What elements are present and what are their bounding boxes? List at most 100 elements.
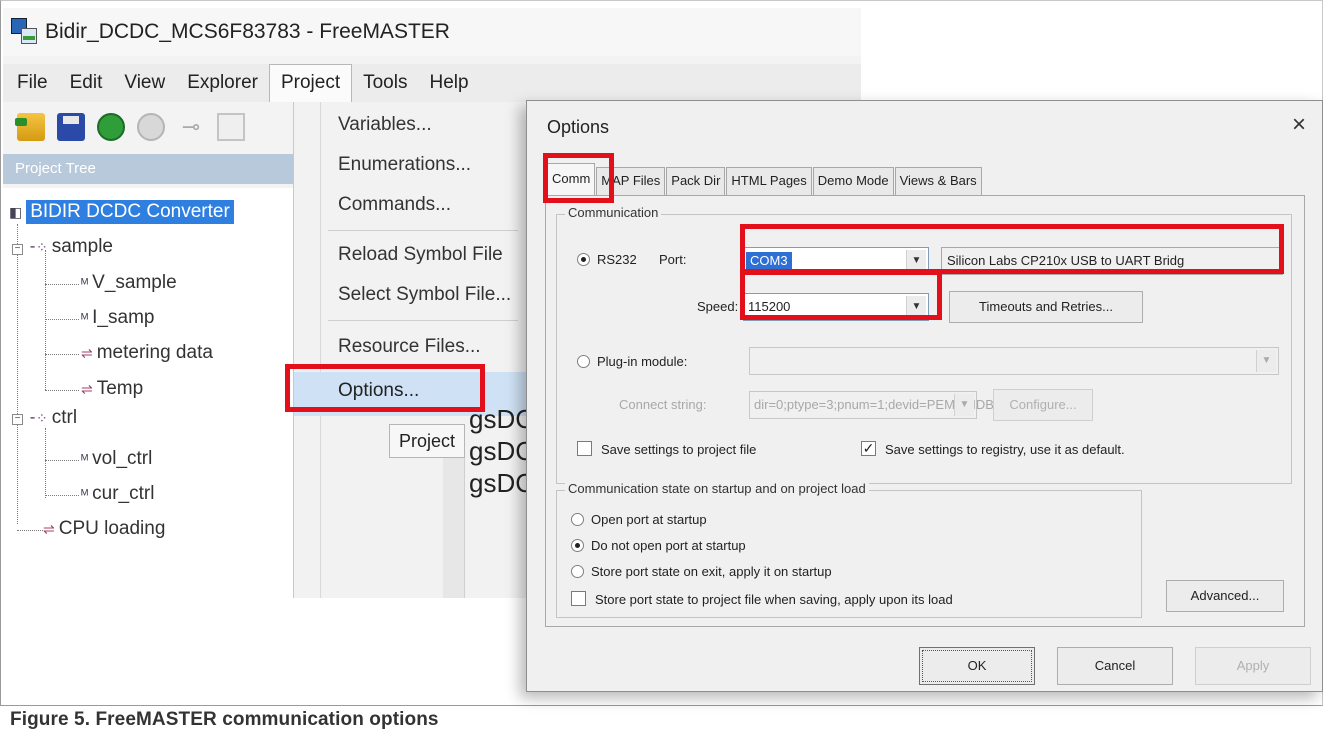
- do-not-open-label: Do not open port at startup: [591, 538, 746, 553]
- tree-node-i-samp[interactable]: ᴹ I_samp: [81, 307, 154, 329]
- apply-button[interactable]: Apply: [1195, 647, 1311, 685]
- tree-line: [45, 284, 79, 285]
- menu-variables[interactable]: Variables...: [338, 114, 432, 136]
- timeouts-button[interactable]: Timeouts and Retries...: [949, 291, 1143, 323]
- tree-node-sample[interactable]: ⁃⁘ sample: [29, 236, 113, 258]
- save-project-checkbox[interactable]: [577, 441, 592, 456]
- configure-button[interactable]: Configure...: [993, 389, 1093, 421]
- scope-icon: ᴹ: [81, 486, 89, 502]
- tree-line: [45, 250, 46, 390]
- port-label: Port:: [659, 252, 687, 267]
- tree-line: [17, 224, 18, 524]
- block-icon: ⁃⁘: [29, 409, 48, 426]
- save-icon[interactable]: [57, 113, 85, 141]
- menu-view[interactable]: View: [113, 64, 176, 102]
- save-registry-label: Save settings to registry, use it as def…: [885, 442, 1125, 457]
- options-dialog: Options × Comm MAP Files Pack Dir HTML P…: [526, 100, 1323, 692]
- tab-pack-dir[interactable]: Pack Dir: [666, 167, 726, 195]
- plugin-label: Plug-in module:: [597, 354, 688, 369]
- menu-explorer[interactable]: Explorer: [176, 64, 269, 102]
- tab-demo-mode[interactable]: Demo Mode: [812, 167, 894, 195]
- communication-group-title: Communication: [565, 205, 662, 220]
- background-row: gsDC: [469, 468, 535, 498]
- tree-node-cur-ctrl[interactable]: ᴹ cur_ctrl: [81, 483, 154, 505]
- store-exit-label: Store port state on exit, apply it on st…: [591, 564, 832, 579]
- title-bar: Bidir_DCDC_MCS6F83783 - FreeMASTER: [3, 8, 861, 56]
- startup-group-title: Communication state on startup and on pr…: [565, 481, 869, 496]
- freemaster-app-icon: [11, 18, 39, 46]
- store-exit-radio[interactable]: [571, 565, 584, 578]
- plugin-radio[interactable]: [577, 355, 590, 368]
- recorder-icon: ⇌: [43, 520, 55, 537]
- tree-node-v-sample[interactable]: ᴹ V_sample: [81, 272, 177, 294]
- tree-node-ctrl-label: ctrl: [51, 407, 78, 428]
- tree-node-ctrl[interactable]: ⁃⁘ ctrl: [29, 407, 77, 429]
- plugin-combo[interactable]: ▼: [749, 347, 1279, 375]
- expand-sample-icon[interactable]: −: [12, 244, 23, 255]
- tree-node-cpu-label: CPU loading: [58, 518, 166, 539]
- tree-node-sample-label: sample: [51, 236, 113, 257]
- menu-edit[interactable]: Edit: [59, 64, 114, 102]
- store-project-label: Store port state to project file when sa…: [595, 592, 953, 607]
- highlight-port: [740, 224, 1284, 274]
- menu-tools[interactable]: Tools: [352, 64, 418, 102]
- connect-string-combo[interactable]: dir=0;ptype=3;pnum=1;devid=PEMASIDBE ▼: [749, 391, 1003, 419]
- scope-icon: ᴹ: [81, 310, 89, 326]
- menu-commands[interactable]: Commands...: [338, 194, 451, 216]
- project-root-icon: ◧: [9, 203, 23, 220]
- advanced-button[interactable]: Advanced...: [1166, 580, 1284, 612]
- expand-ctrl-icon[interactable]: −: [12, 414, 23, 425]
- project-menu: Variables... Enumerations... Commands...…: [293, 102, 526, 598]
- tab-html-pages[interactable]: HTML Pages: [726, 167, 812, 195]
- tree-node-cur-ctrl-label: cur_ctrl: [92, 483, 155, 504]
- tree-node-metering[interactable]: ⇌ metering data: [81, 342, 213, 364]
- do-not-open-radio[interactable]: [571, 539, 584, 552]
- window-title: Bidir_DCDC_MCS6F83783 - FreeMASTER: [45, 20, 450, 43]
- highlight-comm-tab: [543, 153, 614, 203]
- menu-project[interactable]: Project: [268, 64, 353, 102]
- save-project-label: Save settings to project file: [601, 442, 757, 457]
- tree-line: [45, 460, 79, 461]
- tree-node-vol-ctrl[interactable]: ᴹ vol_ctrl: [81, 448, 152, 470]
- go-icon[interactable]: [97, 113, 125, 141]
- stop-icon[interactable]: [137, 113, 165, 141]
- background-project-tab[interactable]: Project: [389, 424, 465, 458]
- tree-line: [45, 428, 46, 498]
- tree-node-cpu[interactable]: ⇌ CPU loading: [43, 518, 165, 540]
- recorder-icon: ⇌: [81, 344, 93, 361]
- menu-reload-symbol[interactable]: Reload Symbol File: [338, 244, 503, 266]
- speed-label: Speed:: [697, 299, 739, 314]
- tree-line: [45, 495, 79, 496]
- grid-icon[interactable]: [217, 113, 245, 141]
- tree-node-vol-ctrl-label: vol_ctrl: [92, 448, 153, 469]
- ok-button[interactable]: OK: [919, 647, 1035, 685]
- background-scroll-strip: [443, 454, 465, 598]
- highlight-options-menu: [285, 364, 485, 412]
- open-icon[interactable]: [15, 113, 45, 141]
- store-project-checkbox[interactable]: [571, 591, 586, 606]
- chevron-down-icon[interactable]: ▼: [954, 394, 974, 416]
- menu-help[interactable]: Help: [418, 64, 479, 102]
- rs232-radio[interactable]: [577, 253, 590, 266]
- dialog-title: Options: [547, 117, 610, 137]
- open-port-radio[interactable]: [571, 513, 584, 526]
- close-icon[interactable]: ×: [1292, 111, 1306, 139]
- menu-resource-files[interactable]: Resource Files...: [338, 336, 481, 358]
- menu-select-symbol[interactable]: Select Symbol File...: [338, 284, 511, 306]
- menu-file[interactable]: File: [3, 64, 59, 102]
- toolbar: ⊸: [3, 104, 303, 150]
- highlight-speed: [740, 270, 942, 320]
- scope-icon: ᴹ: [81, 451, 89, 467]
- tree-line: [45, 354, 79, 355]
- cancel-button[interactable]: Cancel: [1057, 647, 1173, 685]
- tree-line: [17, 530, 43, 531]
- tree-node-temp[interactable]: ⇌ Temp: [81, 378, 143, 400]
- tree-root[interactable]: ◧ BIDIR DCDC Converter: [9, 200, 234, 224]
- key-icon[interactable]: ⊸: [177, 113, 205, 141]
- tree-node-v-sample-label: V_sample: [92, 272, 177, 293]
- background-row: gsDC: [469, 436, 535, 466]
- tab-views-bars[interactable]: Views & Bars: [894, 167, 982, 195]
- chevron-down-icon[interactable]: ▼: [1256, 350, 1276, 372]
- menu-enumerations[interactable]: Enumerations...: [338, 154, 471, 176]
- save-registry-checkbox[interactable]: ✓: [861, 441, 876, 456]
